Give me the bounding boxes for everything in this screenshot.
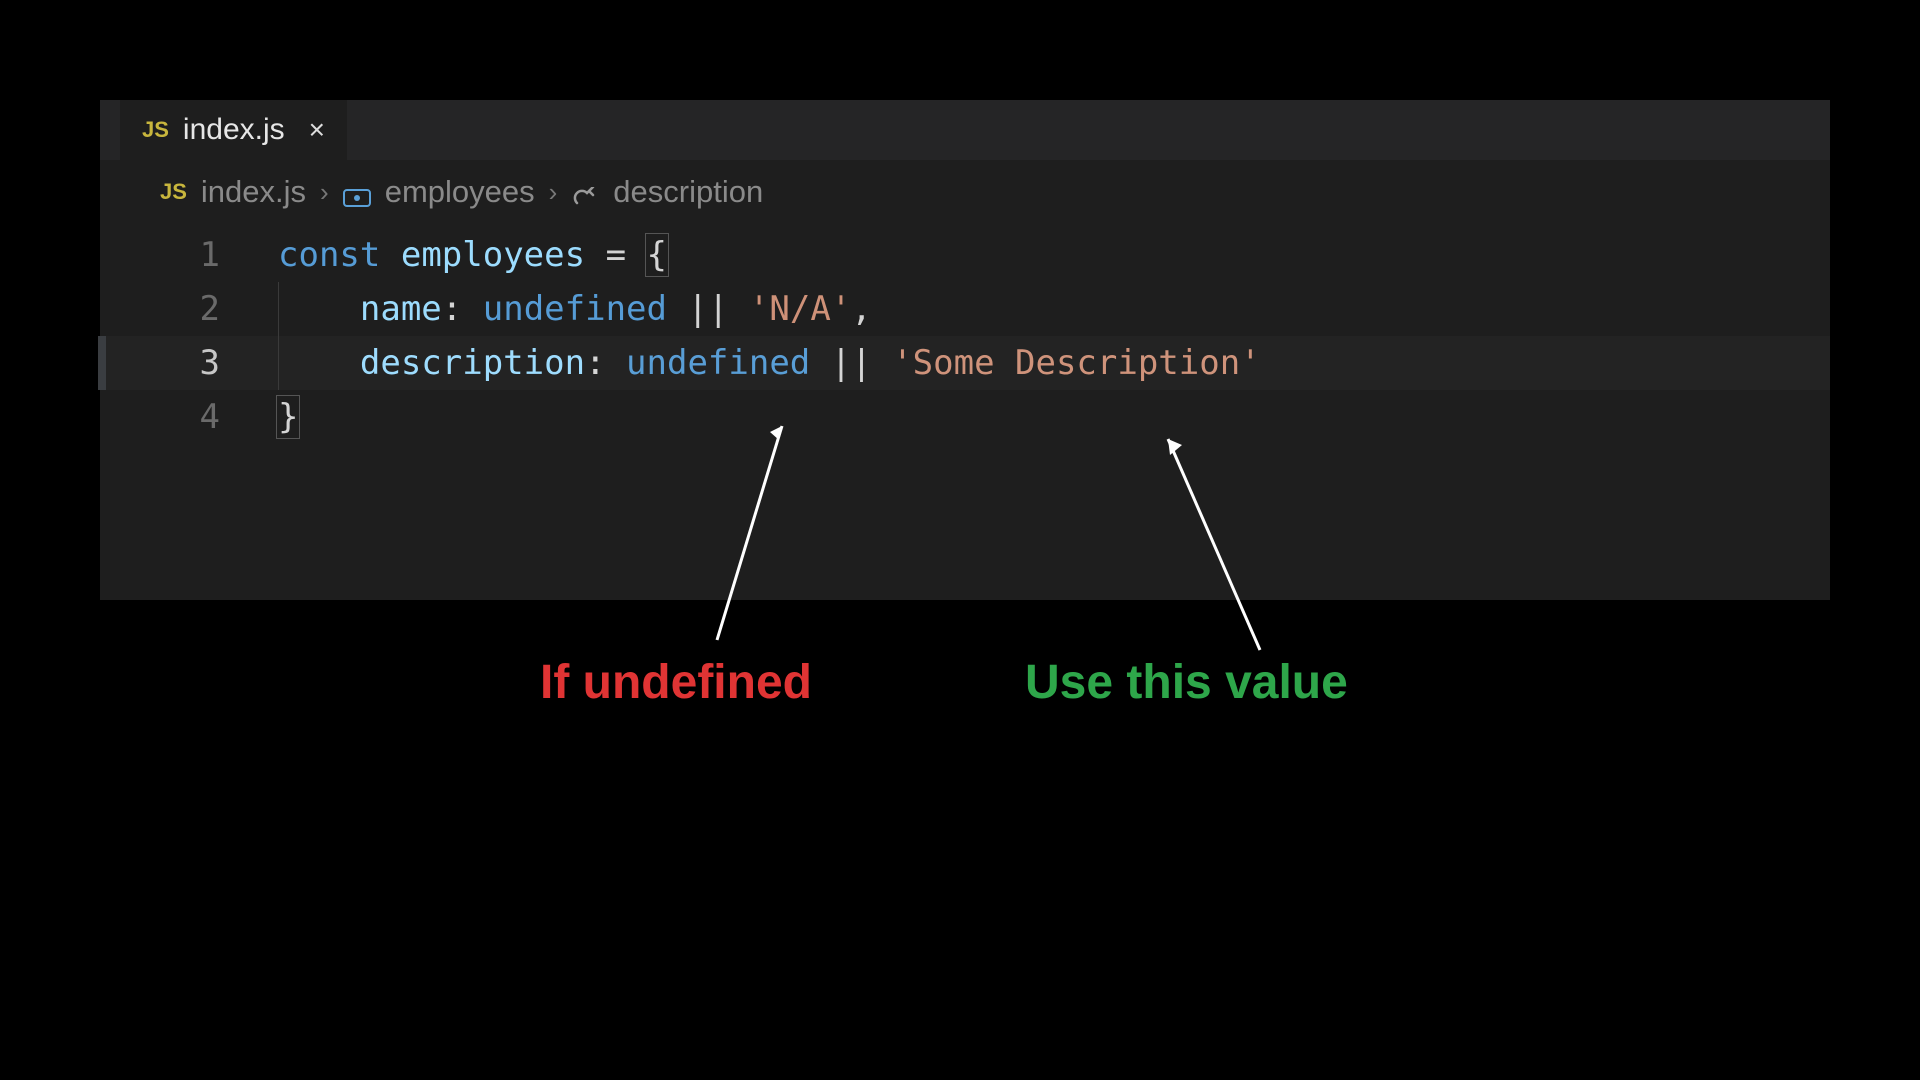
breadcrumb-symbol[interactable]: employees — [385, 174, 535, 210]
js-file-icon: JS — [142, 117, 169, 143]
token-indent — [278, 343, 360, 383]
token-space — [380, 235, 400, 275]
line-number: 4 — [100, 390, 220, 444]
token-space — [728, 289, 748, 329]
token-space — [667, 289, 687, 329]
token-space — [462, 289, 482, 329]
token-brace: { — [647, 235, 667, 275]
token-operator: || — [687, 289, 728, 329]
token-comma: , — [851, 289, 871, 329]
token-property: name — [360, 289, 442, 329]
token-colon: : — [442, 289, 462, 329]
token-space — [872, 343, 892, 383]
token-operator: = — [606, 235, 626, 275]
breadcrumb-file[interactable]: index.js — [201, 174, 306, 210]
line-number: 1 — [100, 228, 220, 282]
code-line[interactable]: name: undefined || 'N/A', — [248, 282, 1830, 336]
token-space — [626, 235, 646, 275]
token-space — [810, 343, 830, 383]
token-string: 'Some Description' — [892, 343, 1260, 383]
code-line[interactable]: const employees = { — [248, 228, 1830, 282]
token-operator: || — [831, 343, 872, 383]
tab-filename: index.js — [183, 113, 285, 147]
chevron-right-icon: › — [549, 177, 558, 208]
code-line[interactable]: } — [248, 390, 1830, 444]
close-icon[interactable]: × — [299, 116, 325, 144]
token-undefined: undefined — [626, 343, 810, 383]
tab-strip: JS index.js × — [100, 100, 1830, 160]
token-variable: employees — [401, 235, 585, 275]
variable-icon — [343, 181, 371, 203]
chevron-right-icon: › — [320, 177, 329, 208]
js-file-icon: JS — [160, 179, 187, 205]
code-content[interactable]: const employees = { name: undefined || '… — [248, 228, 1830, 444]
token-brace: } — [278, 397, 298, 437]
code-area[interactable]: 1 2 3 4 const employees = { name: undefi… — [100, 228, 1830, 444]
token-space — [585, 235, 605, 275]
token-colon: : — [585, 343, 605, 383]
tab-active[interactable]: JS index.js × — [120, 100, 347, 160]
token-keyword: const — [278, 235, 380, 275]
token-undefined: undefined — [483, 289, 667, 329]
active-line-marker — [98, 336, 106, 390]
token-string: 'N/A' — [749, 289, 851, 329]
token-property: description — [360, 343, 585, 383]
token-space — [606, 343, 626, 383]
editor-window: JS index.js × JS index.js › employees › … — [100, 100, 1830, 600]
token-indent — [278, 289, 360, 329]
indent-guide — [278, 282, 279, 336]
property-icon — [571, 181, 599, 203]
annotation-if-undefined: If undefined — [540, 655, 812, 710]
breadcrumb-member[interactable]: description — [613, 174, 763, 210]
annotation-use-this-value: Use this value — [1025, 655, 1348, 710]
line-number: 2 — [100, 282, 220, 336]
code-line-active[interactable]: description: undefined || 'Some Descript… — [248, 336, 1830, 390]
indent-guide — [278, 336, 279, 390]
breadcrumb: JS index.js › employees › description — [100, 160, 1830, 228]
